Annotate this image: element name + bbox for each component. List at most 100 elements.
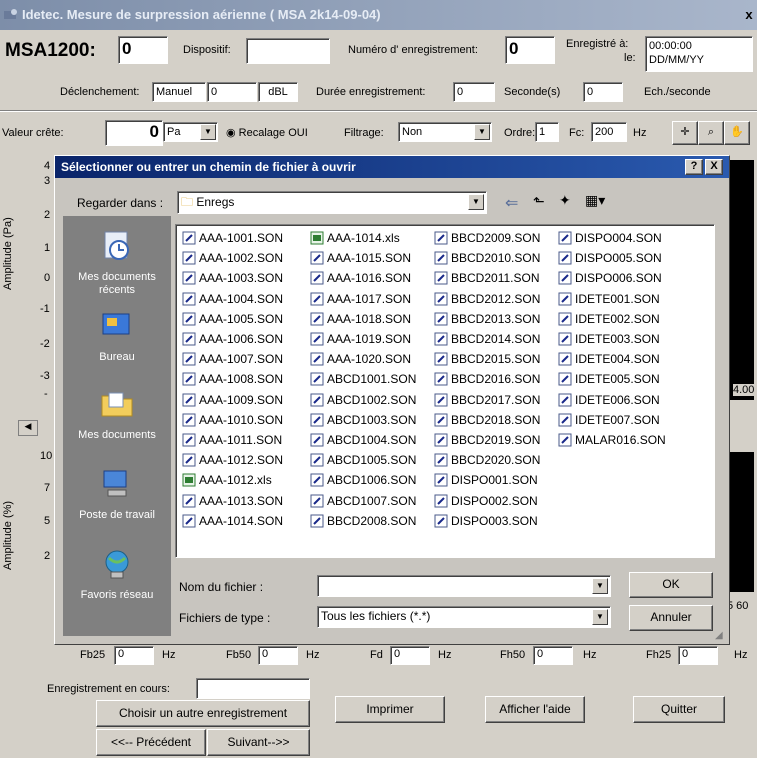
fc-field[interactable]: 200	[591, 122, 627, 142]
file-item[interactable]: AAA-1017.SON	[310, 290, 411, 308]
file-item[interactable]: ABCD1005.SON	[310, 451, 416, 469]
chevron-down-icon[interactable]: ▼	[200, 124, 216, 140]
file-list[interactable]: AAA-1001.SON AAA-1002.SON AAA-1003.SON AAA-…	[175, 224, 715, 558]
file-item[interactable]: AAA-1012.xls	[182, 471, 272, 489]
file-item[interactable]: IDETE006.SON	[558, 391, 660, 409]
dialog-close-button[interactable]: X	[705, 159, 723, 175]
file-item[interactable]: BBCD2011.SON	[434, 269, 539, 287]
file-item[interactable]: AAA-1013.SON	[182, 492, 283, 510]
file-item[interactable]: AAA-1014.SON	[182, 512, 283, 530]
file-item[interactable]: ABCD1001.SON	[310, 370, 416, 388]
file-item[interactable]: BBCD2016.SON	[434, 370, 540, 388]
file-item[interactable]: BBCD2013.SON	[434, 310, 540, 328]
file-item[interactable]: AAA-1002.SON	[182, 249, 283, 267]
file-item[interactable]: BBCD2020.SON	[434, 451, 540, 469]
file-item[interactable]: IDETE001.SON	[558, 290, 660, 308]
file-item[interactable]: ABCD1006.SON	[310, 471, 416, 489]
file-item[interactable]: AAA-1003.SON	[182, 269, 283, 287]
file-item[interactable]: AAA-1016.SON	[310, 269, 411, 287]
file-item[interactable]: MALAR016.SON	[558, 431, 666, 449]
choose-record-button[interactable]: Choisir un autre enregistrement	[96, 700, 310, 727]
quit-button[interactable]: Quitter	[633, 696, 725, 723]
audio-file-icon	[310, 393, 324, 407]
view-menu-icon[interactable]: ▦▾	[585, 192, 605, 209]
file-item[interactable]: DISPO003.SON	[434, 512, 538, 530]
place-my-documents[interactable]: Mes documents	[63, 386, 171, 442]
chevron-down-icon[interactable]: ▼	[592, 609, 608, 625]
file-item[interactable]: BBCD2014.SON	[434, 330, 540, 348]
filename-input[interactable]	[317, 575, 611, 597]
file-item[interactable]: IDETE002.SON	[558, 310, 660, 328]
help-button[interactable]: Afficher l'aide	[485, 696, 585, 723]
file-item[interactable]: BBCD2010.SON	[434, 249, 540, 267]
window-close-button[interactable]: x	[741, 4, 757, 26]
audio-file-icon	[558, 413, 572, 427]
hand-tool-button[interactable]: ✋	[724, 121, 750, 145]
file-item[interactable]: BBCD2019.SON	[434, 431, 540, 449]
file-item[interactable]: ABCD1007.SON	[310, 492, 416, 510]
audio-file-icon	[182, 292, 196, 306]
file-item[interactable]: AAA-1010.SON	[182, 411, 283, 429]
resize-grip-icon[interactable]: ◢	[715, 630, 723, 641]
up-folder-icon[interactable]: ⬑	[533, 193, 545, 210]
new-folder-icon[interactable]: ✦	[559, 192, 571, 209]
file-item[interactable]: BBCD2017.SON	[434, 391, 540, 409]
band-fh50-unit: Hz	[583, 649, 597, 661]
file-item[interactable]: DISPO006.SON	[558, 269, 662, 287]
file-item[interactable]: ABCD1004.SON	[310, 431, 416, 449]
file-item[interactable]: AAA-1007.SON	[182, 350, 283, 368]
file-item[interactable]: AAA-1004.SON	[182, 290, 283, 308]
file-item[interactable]: AAA-1018.SON	[310, 310, 411, 328]
place-desktop[interactable]: Bureau	[63, 308, 171, 364]
file-item[interactable]: AAA-1020.SON	[310, 350, 411, 368]
chevron-down-icon[interactable]: ▼	[592, 578, 608, 594]
recalage-radio[interactable]: ◉ Recalage OUI	[226, 126, 308, 139]
file-item-name: AAA-1015.SON	[327, 251, 412, 266]
file-item[interactable]: BBCD2008.SON	[310, 512, 416, 530]
cancel-button[interactable]: Annuler	[629, 605, 713, 631]
dialog-help-button[interactable]: ?	[685, 159, 703, 175]
file-item[interactable]: BBCD2009.SON	[434, 229, 540, 247]
file-item[interactable]: DISPO001.SON	[434, 471, 538, 489]
file-item[interactable]: AAA-1011.SON	[182, 431, 282, 449]
file-item[interactable]: BBCD2015.SON	[434, 350, 540, 368]
file-item[interactable]: BBCD2018.SON	[434, 411, 540, 429]
print-button[interactable]: Imprimer	[335, 696, 445, 723]
file-item[interactable]: AAA-1014.xls	[310, 229, 400, 247]
chevron-down-icon[interactable]: ▼	[474, 124, 490, 140]
file-item[interactable]: DISPO005.SON	[558, 249, 662, 267]
file-item[interactable]: DISPO004.SON	[558, 229, 662, 247]
file-item[interactable]: AAA-1008.SON	[182, 370, 283, 388]
file-item[interactable]: AAA-1005.SON	[182, 310, 283, 328]
file-item[interactable]: AAA-1001.SON	[182, 229, 283, 247]
file-item[interactable]: AAA-1015.SON	[310, 249, 411, 267]
zoom-tool-button[interactable]: ⌕	[698, 121, 724, 145]
place-recent[interactable]: Mes documents récents	[63, 228, 171, 297]
file-item[interactable]: AAA-1009.SON	[182, 391, 283, 409]
place-my-computer[interactable]: Poste de travail	[63, 466, 171, 522]
file-item[interactable]: ABCD1002.SON	[310, 391, 416, 409]
file-item[interactable]: IDETE004.SON	[558, 350, 660, 368]
file-item[interactable]: DISPO002.SON	[434, 492, 538, 510]
next-button[interactable]: Suivant-->>	[207, 729, 310, 756]
look-in-select[interactable]: 🗀 Enregs	[177, 191, 487, 214]
scroll-left-icon[interactable]: ◀	[18, 420, 38, 436]
ok-button[interactable]: OK	[629, 572, 713, 598]
file-item[interactable]: IDETE007.SON	[558, 411, 660, 429]
file-item-name: AAA-1014.xls	[327, 231, 400, 245]
file-item[interactable]: AAA-1012.SON	[182, 451, 283, 469]
back-arrow-icon[interactable]: ⇐	[505, 193, 518, 213]
filetype-select[interactable]: Tous les fichiers (*.*)	[317, 606, 611, 628]
file-item[interactable]: AAA-1019.SON	[310, 330, 411, 348]
order-field[interactable]: 1	[535, 122, 559, 142]
file-item[interactable]: ABCD1003.SON	[310, 411, 416, 429]
pan-tool-button[interactable]: ✛	[672, 121, 698, 145]
file-item[interactable]: AAA-1006.SON	[182, 330, 283, 348]
file-item[interactable]: IDETE003.SON	[558, 330, 660, 348]
chevron-down-icon[interactable]: ▼	[468, 194, 484, 210]
file-item[interactable]: BBCD2012.SON	[434, 290, 540, 308]
previous-button[interactable]: <<-- Précédent	[96, 729, 206, 756]
device-field[interactable]	[246, 38, 330, 64]
file-item[interactable]: IDETE005.SON	[558, 370, 660, 388]
place-network[interactable]: Favoris réseau	[63, 546, 171, 602]
